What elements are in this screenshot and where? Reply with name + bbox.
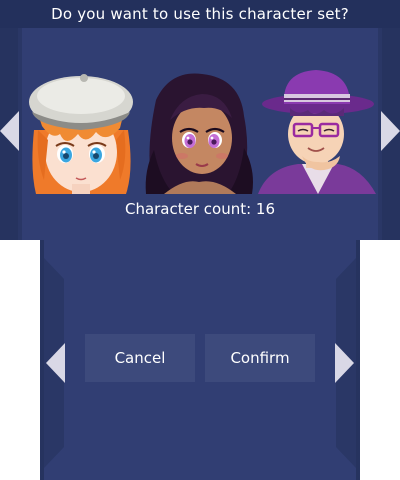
bottom-left-edge (40, 240, 44, 480)
bottom-right-edge (356, 240, 360, 480)
character-portrait-3 (258, 60, 376, 194)
previous-page-icon[interactable] (46, 343, 65, 383)
character-portrait-2 (140, 60, 258, 194)
confirm-button[interactable]: Confirm (205, 334, 315, 382)
previous-set-icon[interactable] (0, 111, 19, 151)
dialog-question: Do you want to use this character set? (0, 0, 400, 28)
character-portrait-1 (22, 60, 140, 194)
top-screen: Do you want to use this character set? C… (0, 0, 400, 240)
cancel-button[interactable]: Cancel (85, 334, 195, 382)
character-count: Character count: 16 (124, 200, 276, 218)
next-page-icon[interactable] (335, 343, 354, 383)
next-set-icon[interactable] (381, 111, 400, 151)
bottom-screen: Cancel Confirm (40, 240, 360, 480)
